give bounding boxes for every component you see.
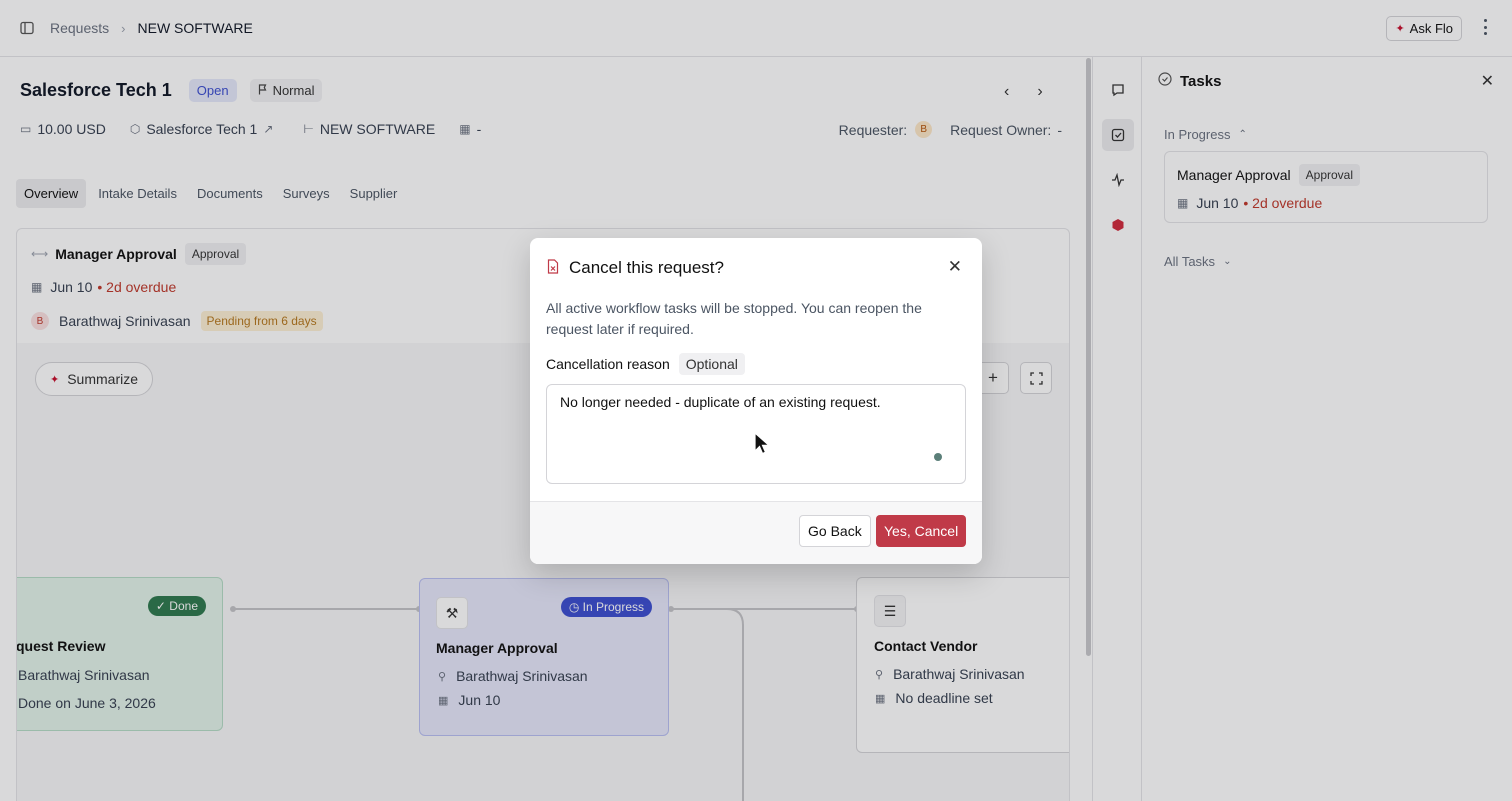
dialog-description: All active workflow tasks will be stoppe…	[546, 300, 922, 337]
grammar-indicator-icon	[934, 453, 942, 461]
confirm-cancel-button[interactable]: Yes, Cancel	[876, 515, 967, 547]
mouse-cursor-icon	[754, 432, 770, 455]
close-dialog-icon[interactable]: ✕	[948, 257, 962, 277]
cancel-request-dialog: Cancel this request? ✕ All active workfl…	[530, 238, 982, 564]
go-back-button[interactable]: Go Back	[799, 515, 871, 547]
dialog-footer: Go Back Yes, Cancel	[530, 501, 982, 564]
file-x-icon	[546, 259, 560, 277]
dialog-title: Cancel this request?	[569, 258, 724, 277]
cancellation-reason-label: Cancellation reason	[546, 356, 670, 372]
optional-badge: Optional	[678, 353, 745, 375]
